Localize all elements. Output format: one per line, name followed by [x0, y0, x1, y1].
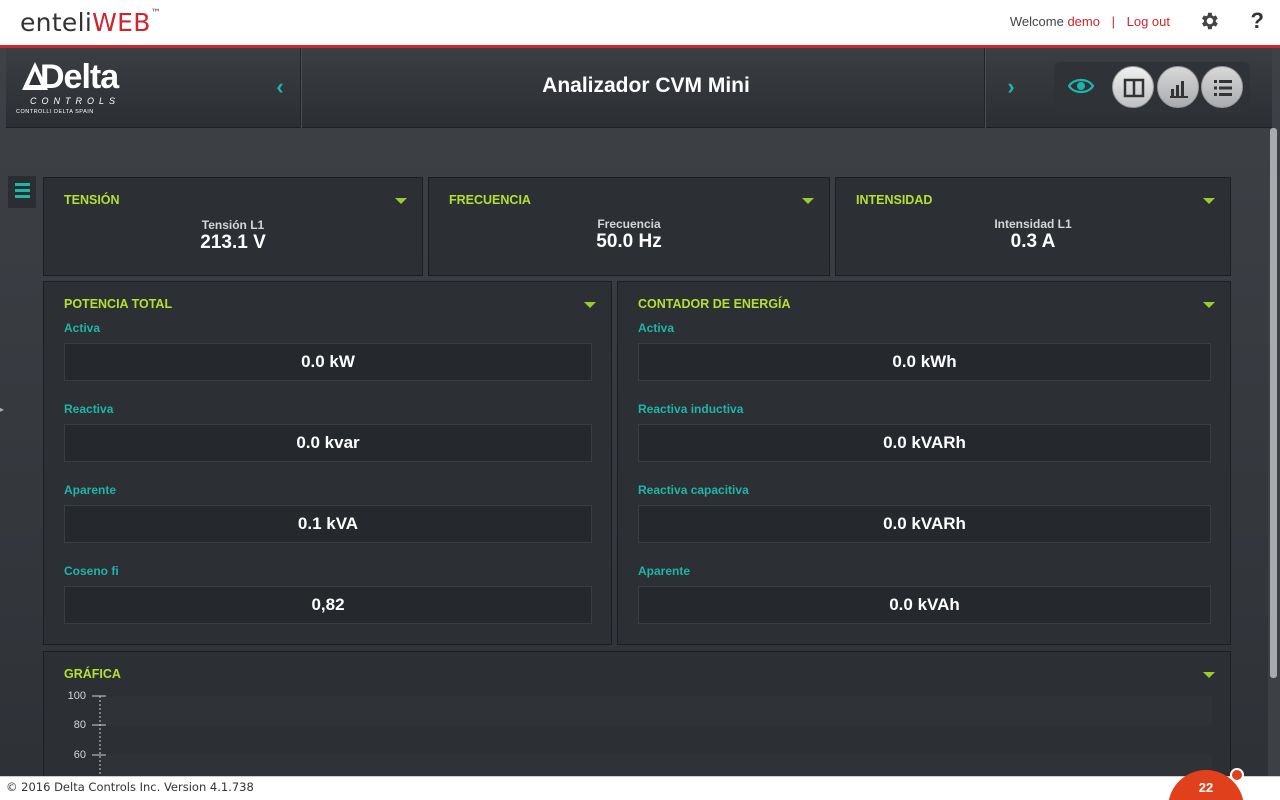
- panel-title: POTENCIA TOTAL: [64, 297, 173, 311]
- brand-plain: enteli: [20, 8, 93, 37]
- top-header: enteliWEB™ Welcome demo | Log out ?: [0, 0, 1280, 48]
- gear-icon[interactable]: [1198, 10, 1220, 32]
- split-view-button[interactable]: [1112, 66, 1154, 108]
- panel-grafica: GRÁFICA 100 80 60: [43, 651, 1231, 784]
- username[interactable]: demo: [1067, 14, 1100, 29]
- metric-value: 213.1 V: [200, 232, 266, 253]
- metric-value: 50.0 Hz: [596, 231, 662, 252]
- panel-potencia-total: POTENCIA TOTAL Activa 0.0 kW Reactiva 0.…: [43, 281, 612, 645]
- panel-tension: TENSIÓN Tensión L1 213.1 V: [43, 177, 423, 276]
- scrollbar-thumb[interactable]: [1270, 128, 1277, 678]
- field-label: Activa: [64, 321, 101, 335]
- welcome-text: Welcome: [1009, 14, 1064, 29]
- field-label: Reactiva capacitiva: [638, 483, 749, 497]
- metric-label: Frecuencia: [597, 217, 661, 231]
- field-label: Activa: [638, 321, 675, 335]
- delta-logo: Delta CONTROLS CONTROLLI DELTA SPAIN: [16, 58, 131, 118]
- logout-link[interactable]: Log out: [1127, 14, 1170, 29]
- panel-contador-energia: CONTADOR DE ENERGÍA Activa 0.0 kWh React…: [617, 281, 1231, 645]
- chart-axis: [92, 695, 106, 782]
- field-value: 0.0 kVAh: [638, 586, 1211, 624]
- footer: © 2016 Delta Controls Inc. Version 4.1.7…: [0, 776, 1280, 800]
- field-value: 0,82: [64, 586, 592, 624]
- panel-title: FRECUENCIA: [449, 193, 531, 207]
- field-label: Aparente: [64, 483, 117, 497]
- field-value: 0.0 kW: [64, 343, 592, 381]
- brand-tm: ™: [150, 7, 161, 19]
- y-tick-label: 80: [73, 719, 86, 731]
- copyright-text: © 2016 Delta Controls Inc. Version 4.1.7…: [6, 780, 254, 794]
- logo-sub: CONTROLS: [30, 96, 121, 106]
- nav-divider: [300, 48, 302, 128]
- metric-label: Intensidad L1: [994, 217, 1072, 231]
- field-label: Reactiva inductiva: [638, 402, 744, 416]
- columns-icon: [1123, 78, 1145, 98]
- collapse-caret-icon[interactable]: [1203, 302, 1215, 308]
- field-value: 0.0 kWh: [638, 343, 1211, 381]
- collapse-handle-icon[interactable]: ▸: [0, 405, 4, 415]
- collapse-caret-icon[interactable]: [584, 302, 596, 308]
- nav-divider: [984, 48, 986, 128]
- collapse-caret-icon[interactable]: [1203, 198, 1215, 204]
- badge-dot-icon: [1230, 768, 1244, 782]
- field-label: Reactiva: [64, 402, 114, 416]
- panel-title: INTENSIDAD: [856, 193, 933, 207]
- panel-intensidad: INTENSIDAD Intensidad L1 0.3 A: [835, 177, 1231, 276]
- help-icon[interactable]: ?: [1251, 8, 1264, 34]
- list-view-button[interactable]: [1201, 66, 1243, 108]
- panel-frecuencia: FRECUENCIA Frecuencia 50.0 Hz: [428, 177, 830, 276]
- y-tick-label: 60: [73, 749, 86, 761]
- field-label: Aparente: [638, 564, 691, 578]
- panel-title: TENSIÓN: [64, 193, 120, 207]
- collapse-caret-icon[interactable]: [395, 198, 407, 204]
- field-label: Coseno fi: [64, 564, 119, 578]
- collapse-caret-icon[interactable]: [1203, 672, 1215, 678]
- badge-count: 22: [1198, 780, 1214, 795]
- navigation-bar: Delta CONTROLS CONTROLLI DELTA SPAIN ‹ A…: [6, 48, 1272, 128]
- list-icon: [1214, 80, 1232, 96]
- side-menu-toggle[interactable]: [8, 176, 36, 208]
- field-value: 0.1 kVA: [64, 505, 592, 543]
- separator: |: [1111, 14, 1115, 29]
- panel-title: CONTADOR DE ENERGÍA: [638, 297, 791, 311]
- eye-icon[interactable]: [1068, 74, 1094, 98]
- brand-accent: WEB: [92, 8, 151, 37]
- next-arrow-icon[interactable]: ›: [1003, 76, 1019, 98]
- metric-value: 0.3 A: [1010, 231, 1056, 252]
- page-title: Analizador CVM Mini: [542, 74, 750, 97]
- brand-logo: enteliWEB™: [20, 8, 161, 37]
- field-value: 0.0 kvar: [64, 424, 592, 462]
- chart-band: [102, 696, 1212, 725]
- logo-tagline: CONTROLLI DELTA SPAIN: [16, 109, 94, 115]
- user-box: Welcome demo | Log out: [1010, 14, 1170, 29]
- field-value: 0.0 kVARh: [638, 505, 1211, 543]
- bar-chart-icon: [1170, 81, 1188, 98]
- y-tick-label: 100: [67, 690, 86, 702]
- prev-arrow-icon[interactable]: ‹: [272, 76, 288, 98]
- collapse-caret-icon[interactable]: [802, 198, 814, 204]
- logo-main: Delta: [40, 58, 119, 96]
- view-toolbar: [1054, 62, 1250, 112]
- field-value: 0.0 kVARh: [638, 424, 1211, 462]
- metric-label: Tensión L1: [201, 218, 265, 232]
- chart-view-button[interactable]: [1157, 66, 1199, 108]
